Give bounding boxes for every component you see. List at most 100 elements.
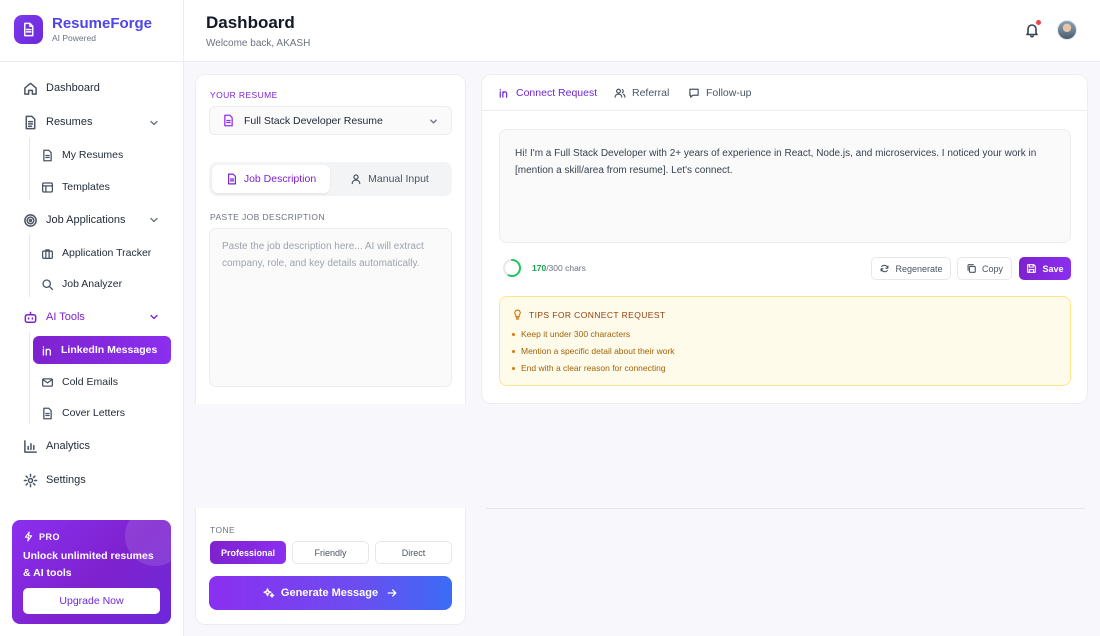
sidebar-item-resumes[interactable]: Resumes bbox=[23, 111, 92, 133]
sidebar-item-label: Cold Emails bbox=[62, 376, 119, 388]
copy-label: Copy bbox=[981, 263, 1003, 274]
tip-text: End with a clear reason for connecting bbox=[521, 363, 666, 373]
save-button[interactable]: Save bbox=[1019, 257, 1071, 280]
save-icon bbox=[1027, 264, 1037, 273]
briefcase-icon bbox=[41, 248, 54, 259]
layout-icon bbox=[41, 181, 54, 193]
sidebar-item-ai-tools[interactable]: AI Tools bbox=[23, 306, 85, 328]
sidebar-item-dashboard[interactable]: Dashboard bbox=[23, 77, 100, 99]
sidebar-item-my-resumes[interactable]: My Resumes bbox=[41, 145, 123, 165]
pro-tag-label: PRO bbox=[39, 531, 61, 542]
tone-professional-button[interactable]: Professional bbox=[210, 541, 286, 564]
avatar[interactable] bbox=[1057, 20, 1077, 40]
tab-job-description[interactable]: Job Description bbox=[212, 165, 330, 193]
search-icon bbox=[42, 278, 54, 290]
sidebar: ResumeForge AI Powered Dashboard Resumes… bbox=[0, 0, 184, 636]
tone-direct-button[interactable]: Direct bbox=[375, 541, 452, 564]
regenerate-button[interactable]: Regenerate bbox=[871, 257, 951, 280]
resume-select[interactable]: Full Stack Developer Resume bbox=[209, 106, 452, 135]
sidebar-item-label: Job Applications bbox=[46, 214, 126, 226]
sidebar-item-label: Cover Letters bbox=[62, 407, 126, 419]
tab-label: Referral bbox=[632, 87, 670, 99]
sidebar-item-label: Resumes bbox=[46, 116, 93, 128]
pro-badge: PRO bbox=[23, 531, 60, 542]
document-icon bbox=[25, 115, 36, 129]
save-label: Save bbox=[1042, 263, 1064, 274]
sidebar-item-label: My Resumes bbox=[62, 149, 124, 161]
tab-label: Connect Request bbox=[516, 87, 598, 99]
chevron-down-icon bbox=[430, 119, 437, 124]
job-description-textarea[interactable]: Paste the job description here... AI wil… bbox=[209, 228, 452, 387]
tab-manual-input[interactable]: Manual Input bbox=[330, 165, 449, 193]
upgrade-now-button[interactable]: Upgrade Now bbox=[23, 588, 160, 614]
generate-label: Generate Message bbox=[280, 587, 379, 599]
sidebar-item-label: AI Tools bbox=[46, 311, 85, 323]
welcome-text: Welcome back, AKASH bbox=[206, 38, 311, 49]
tip-item: End with a clear reason for connecting bbox=[512, 363, 666, 373]
chevron-down-icon[interactable] bbox=[148, 214, 160, 226]
brand-tagline: AI Powered bbox=[52, 33, 96, 43]
sidebar-item-job-analyzer[interactable]: Job Analyzer bbox=[41, 274, 122, 294]
character-count: 170/300 chars bbox=[532, 263, 586, 273]
tree-line bbox=[29, 332, 30, 424]
tree-line bbox=[29, 235, 30, 297]
tone-friendly-button[interactable]: Friendly bbox=[292, 541, 369, 564]
sidebar-item-templates[interactable]: Templates bbox=[41, 177, 110, 197]
tab-follow-up[interactable]: Follow-up bbox=[688, 84, 752, 102]
sidebar-item-analytics[interactable]: Analytics bbox=[23, 435, 90, 457]
char-count-limit: /300 chars bbox=[546, 263, 586, 273]
robot-icon bbox=[24, 311, 37, 323]
paste-section-label: PASTE JOB DESCRIPTION bbox=[210, 212, 325, 222]
sidebar-item-label: LinkedIn Messages bbox=[61, 344, 158, 356]
tab-connect-request[interactable]: Connect Request bbox=[498, 84, 597, 102]
bullet bbox=[512, 349, 515, 353]
user-icon bbox=[351, 174, 361, 185]
chevron-down-icon[interactable] bbox=[148, 311, 160, 323]
pro-upgrade-card: PRO Unlock unlimited resumes & AI tools … bbox=[12, 520, 171, 624]
bar-chart-icon bbox=[24, 439, 37, 453]
sidebar-item-label: Job Analyzer bbox=[62, 278, 123, 290]
chevron-down-icon[interactable] bbox=[148, 117, 160, 129]
char-count-value: 170 bbox=[532, 263, 547, 273]
generate-message-button[interactable]: Generate Message bbox=[209, 576, 452, 610]
tips-title-text: TIPS FOR CONNECT REQUEST bbox=[529, 309, 666, 320]
lightning-icon bbox=[24, 531, 33, 542]
sidebar-item-label: Templates bbox=[62, 181, 110, 193]
tip-item: Mention a specific detail about their wo… bbox=[512, 346, 675, 356]
refresh-icon bbox=[880, 264, 889, 273]
tree-line bbox=[29, 138, 30, 200]
tips-title: TIPS FOR CONNECT REQUEST bbox=[512, 309, 665, 320]
document-icon bbox=[227, 173, 236, 185]
sidebar-item-label: Application Tracker bbox=[62, 247, 152, 259]
tips-card: TIPS FOR CONNECT REQUEST Keep it under 3… bbox=[499, 296, 1071, 386]
lightbulb-icon bbox=[514, 309, 521, 320]
tip-text: Keep it under 300 characters bbox=[521, 329, 631, 339]
gear-icon bbox=[23, 473, 38, 487]
brand[interactable]: ResumeForge AI Powered bbox=[14, 15, 152, 44]
sidebar-item-linkedin-messages[interactable]: LinkedIn Messages bbox=[33, 336, 171, 364]
top-header: Dashboard Welcome back, AKASH bbox=[184, 0, 1100, 62]
generated-message-textarea[interactable]: Hi! I'm a Full Stack Developer with 2+ y… bbox=[499, 129, 1071, 243]
pro-text: Unlock unlimited resumes & AI tools bbox=[23, 550, 154, 579]
sidebar-item-job-applications[interactable]: Job Applications bbox=[23, 209, 126, 231]
sidebar-item-application-tracker[interactable]: Application Tracker bbox=[41, 243, 151, 263]
tone-section-label: TONE bbox=[210, 525, 236, 535]
bullet bbox=[512, 332, 515, 336]
sidebar-item-cover-letters[interactable]: Cover Letters bbox=[41, 403, 125, 423]
file-icon bbox=[43, 149, 52, 161]
sidebar-item-settings[interactable]: Settings bbox=[23, 469, 86, 491]
tip-item: Keep it under 300 characters bbox=[512, 329, 630, 339]
copy-button[interactable]: Copy bbox=[957, 257, 1012, 280]
message-icon bbox=[689, 88, 699, 98]
sidebar-item-label: Settings bbox=[46, 474, 86, 486]
document-icon bbox=[224, 114, 233, 127]
brand-name: ResumeForge bbox=[52, 15, 153, 32]
home-icon bbox=[24, 82, 37, 95]
sparkles-icon bbox=[263, 588, 275, 598]
users-icon bbox=[614, 88, 626, 98]
sidebar-item-cold-emails[interactable]: Cold Emails bbox=[41, 372, 118, 392]
tab-divider bbox=[482, 110, 1087, 111]
copy-icon bbox=[967, 264, 976, 273]
character-progress-ring bbox=[503, 259, 521, 277]
tab-referral[interactable]: Referral bbox=[614, 84, 669, 102]
